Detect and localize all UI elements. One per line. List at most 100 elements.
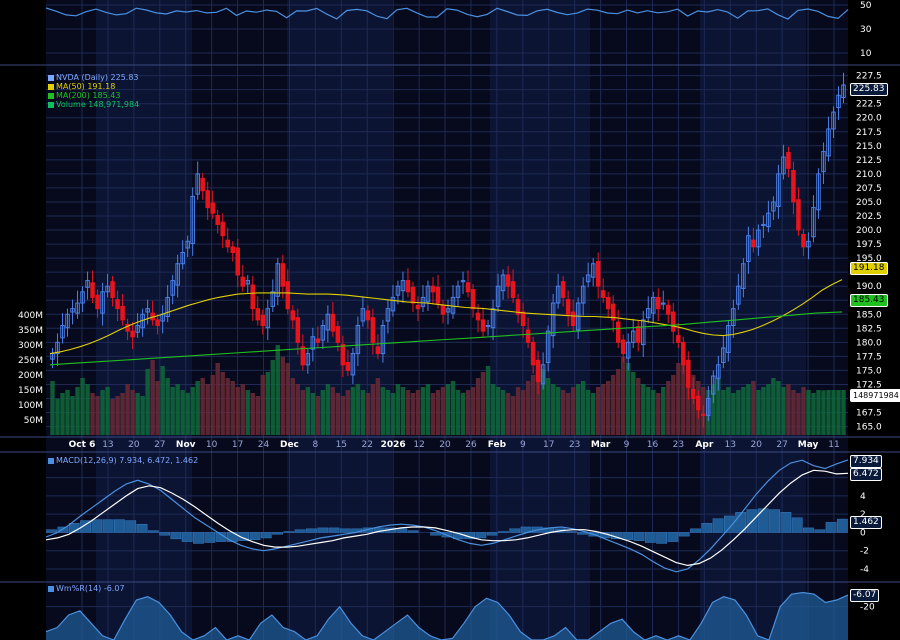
candle-body <box>280 263 286 287</box>
candle-body <box>295 317 301 343</box>
macd-histogram-bar <box>272 532 283 535</box>
candle-body <box>235 247 240 276</box>
volume-bar <box>435 390 441 435</box>
candle-body <box>520 311 526 326</box>
volume-bar <box>90 393 95 435</box>
volume-bar <box>280 357 285 435</box>
macd-histogram-bar <box>102 519 114 533</box>
macd-histogram-bar <box>667 532 679 542</box>
volume-bar <box>786 384 791 435</box>
volume-bar <box>340 396 346 435</box>
macd-histogram-bar <box>159 532 171 536</box>
macd-histogram-bar <box>486 532 498 536</box>
candle-body <box>565 299 571 315</box>
x-tick-label: 24 <box>258 440 270 450</box>
volume-bar <box>636 378 641 435</box>
macd-histogram-bar <box>193 532 204 544</box>
volume-bar <box>485 366 491 435</box>
price-y-tick: 217.5 <box>856 128 882 138</box>
price-y-tick: 167.5 <box>856 409 882 419</box>
macd-histogram-bar <box>509 528 521 533</box>
volume-bar <box>220 372 225 435</box>
x-tick-label: 17 <box>543 440 554 450</box>
x-tick-label: 10 <box>206 440 218 450</box>
candle-body <box>260 314 266 326</box>
price-y-tick: 200.0 <box>856 226 882 236</box>
volume-bar <box>806 390 811 435</box>
volume-bar <box>420 387 426 435</box>
candle-body <box>95 294 100 310</box>
volume-bar <box>776 381 781 435</box>
candle-body <box>510 281 516 298</box>
x-tick-label: 9 <box>520 440 526 450</box>
x-tick-label: 23 <box>569 440 580 450</box>
volume-bar <box>771 378 776 435</box>
price-y-tick: 197.5 <box>856 240 882 250</box>
volume-bar <box>350 387 356 435</box>
volume-bar <box>826 390 831 435</box>
candle-body <box>751 239 756 248</box>
legend-swatch <box>48 84 54 90</box>
x-tick-label: 22 <box>362 440 373 450</box>
volume-bar <box>631 372 636 435</box>
candle-body <box>475 312 481 321</box>
legend-ma50: MA(50) 191.18 <box>48 82 139 91</box>
volume-bar <box>250 393 255 435</box>
macd-histogram-bar <box>475 532 487 539</box>
x-tick-label: 13 <box>102 440 113 450</box>
candle-body <box>215 214 220 225</box>
x-tick-label: 26 <box>465 440 477 450</box>
macd-histogram-bar <box>577 532 588 535</box>
volume-bar <box>190 387 195 435</box>
candle-body <box>115 299 120 310</box>
macd-histogram-bar <box>114 519 125 533</box>
volume-bar <box>600 384 606 435</box>
x-tick-label: 20 <box>750 440 762 450</box>
volume-bar <box>210 375 215 435</box>
macd-histogram-bar <box>125 520 137 533</box>
x-tick-label: 12 <box>413 440 424 450</box>
volume-bar <box>270 360 275 435</box>
volume-bar <box>671 375 676 435</box>
candle-body <box>250 284 256 310</box>
volume-bar <box>320 390 326 435</box>
month-band <box>192 0 287 640</box>
volume-bar <box>525 381 531 435</box>
price-y-tick: 177.5 <box>856 352 882 362</box>
price-legend: NVDA (Daily) 225.83 MA(50) 191.18 MA(200… <box>48 73 139 109</box>
macd-histogram-bar <box>249 532 261 541</box>
volume-bar <box>285 363 291 435</box>
macd-histogram-bar <box>565 531 577 533</box>
x-tick-label: 13 <box>725 440 736 450</box>
legend-volume-text: Volume 148,971,984 <box>56 100 140 109</box>
candle-body <box>635 326 641 343</box>
volume-bar <box>796 393 801 435</box>
price-badge-ma50: 191.18 <box>850 262 888 275</box>
volume-bar <box>310 393 316 435</box>
candle-body <box>535 359 541 383</box>
legend-volume: Volume 148,971,984 <box>48 100 139 109</box>
macd-badge-signal: 6.472 <box>850 468 882 481</box>
volume-bar <box>165 378 170 435</box>
candle-body <box>656 296 661 310</box>
volume-bar <box>65 390 70 435</box>
macd-histogram-bar <box>644 532 656 543</box>
volume-bar <box>580 381 586 435</box>
candle-body <box>405 280 411 293</box>
candle-body <box>791 170 796 203</box>
macd-histogram-bar <box>306 528 317 533</box>
volume-bar <box>676 363 681 435</box>
x-tick-label: Oct 6 <box>69 440 96 450</box>
volume-bar <box>515 387 521 435</box>
volume-bar <box>200 378 205 435</box>
candle-body <box>620 339 626 355</box>
wr-badge: -6.07 <box>850 589 880 602</box>
candle-body <box>155 319 160 326</box>
price-y-tick: 202.5 <box>856 212 882 222</box>
macd-histogram-bar <box>283 531 295 533</box>
volume-bar <box>395 384 401 435</box>
volume-bar <box>355 384 361 435</box>
volume-bar <box>455 390 461 435</box>
volume-bar <box>380 387 386 435</box>
macd-histogram-bar <box>803 527 814 533</box>
